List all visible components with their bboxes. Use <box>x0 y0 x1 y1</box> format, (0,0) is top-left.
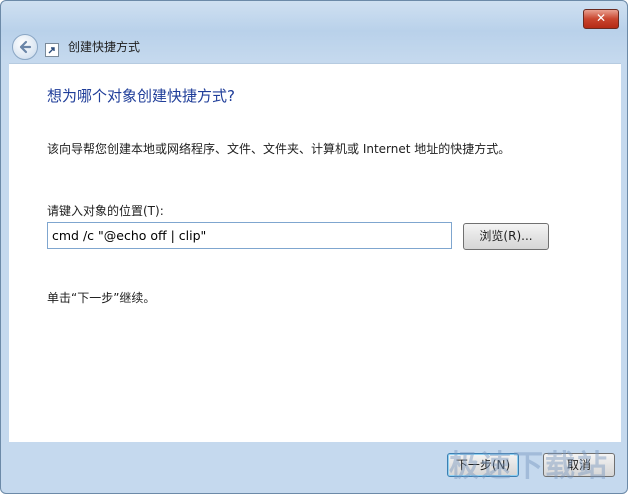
location-input[interactable] <box>47 222 452 249</box>
watermark: 极速下载站 <box>449 449 609 484</box>
page-heading: 想为哪个对象创建快捷方式? <box>47 87 235 105</box>
continue-hint: 单击“下一步”继续。 <box>47 291 156 305</box>
browse-button[interactable]: 浏览(R)... <box>463 223 549 250</box>
back-arrow-icon[interactable] <box>12 34 38 60</box>
wizard-content: 想为哪个对象创建快捷方式? 该向导帮您创建本地或网络程序、文件、文件夹、计算机或… <box>9 63 621 442</box>
close-button[interactable]: ✕ <box>583 9 619 29</box>
location-label: 请键入对象的位置(T): <box>47 204 164 218</box>
dialog-window: ✕ 创建快捷方式 想为哪个对象创建快捷方式? 该向导帮您创建本地或网络程序、文件… <box>0 0 628 494</box>
shortcut-icon <box>45 43 59 57</box>
description-text: 该向导帮您创建本地或网络程序、文件、文件夹、计算机或 Internet 地址的快… <box>47 142 511 156</box>
wizard-title: 创建快捷方式 <box>68 40 141 54</box>
